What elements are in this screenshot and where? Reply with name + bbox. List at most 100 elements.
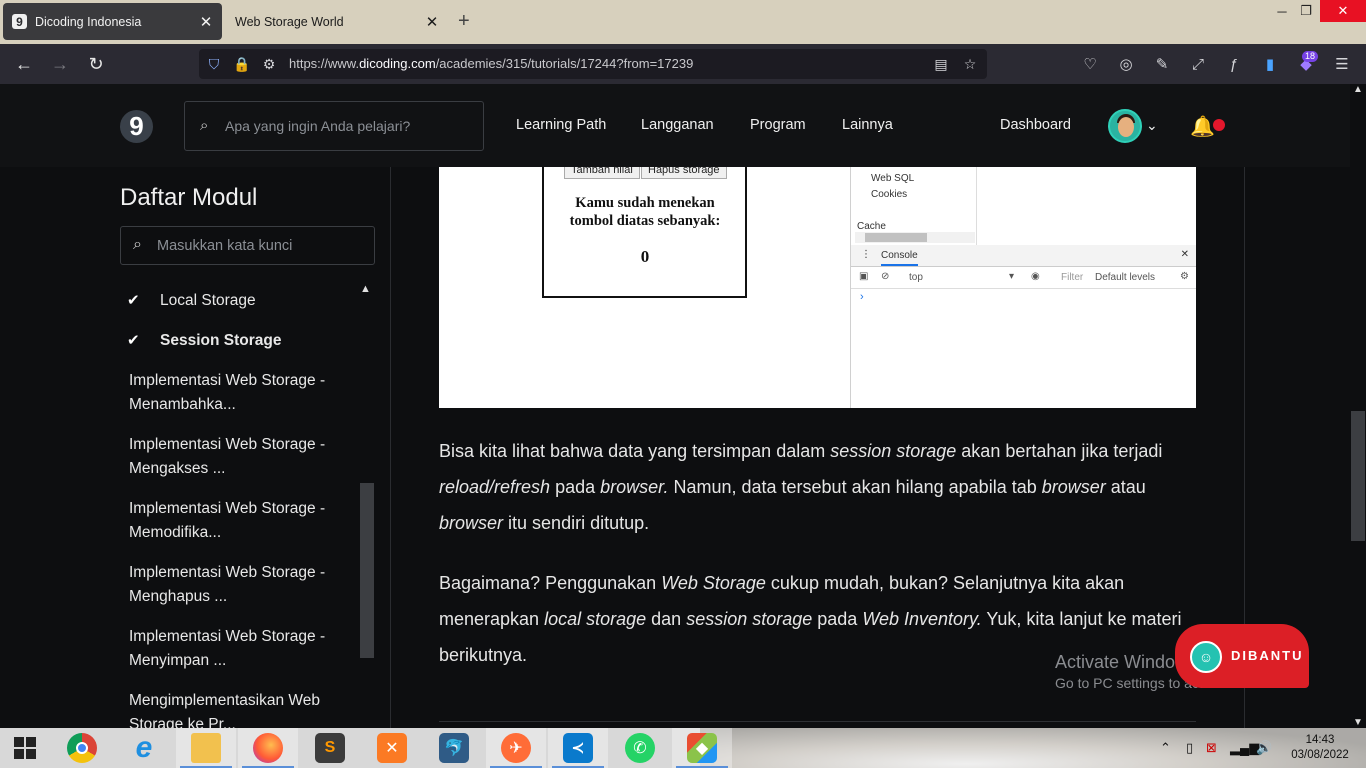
- scrollbar-thumb[interactable]: [360, 483, 374, 658]
- dicoding-favicon-icon: 9: [12, 14, 27, 29]
- chevron-down-icon[interactable]: ⌄: [1146, 117, 1158, 134]
- demo-add-button: Tambah nilai: [564, 167, 640, 179]
- module-item[interactable]: Implementasi Web Storage - Menambahka...: [120, 369, 356, 417]
- close-tab-icon[interactable]: ✕: [196, 13, 216, 31]
- network-error-icon[interactable]: ⊠: [1206, 728, 1217, 768]
- demo-counter-value: 0: [640, 247, 650, 266]
- device-icon[interactable]: ▯: [1186, 728, 1193, 768]
- extension-pen-icon[interactable]: ✎: [1150, 52, 1174, 76]
- help-chat-button[interactable]: ☺ DIBANTU: [1175, 624, 1309, 688]
- page-scrollbar-thumb[interactable]: [1351, 411, 1365, 541]
- taskbar-vscode[interactable]: ≺: [548, 728, 608, 768]
- lock-icon[interactable]: 🔒: [233, 55, 251, 73]
- scroll-up-icon[interactable]: ▲: [1353, 84, 1363, 95]
- text: dan: [646, 609, 687, 629]
- paragraph: Bisa kita lihat bahwa data yang tersimpa…: [439, 433, 1199, 541]
- windows-taskbar: e S ✕ 🐬 ✈ ≺ ✆ ◆ ⌃ ▯ ⊠ ▂▄▆ 🔊: [0, 728, 1366, 768]
- sidebar-divider: [390, 167, 391, 728]
- kebab-icon: ⋮: [861, 249, 871, 260]
- forward-icon[interactable]: →: [48, 52, 72, 76]
- module-item[interactable]: Implementasi Web Storage - Mengakses ...: [120, 433, 356, 481]
- taskbar-mysql-workbench[interactable]: 🐬: [424, 728, 484, 768]
- tab-title: Web Storage World: [235, 14, 344, 29]
- devtools-storage-tree: Web SQL Cookies Cache: [851, 167, 977, 245]
- text: Namun, data tersebut akan hilang apabila…: [668, 477, 1042, 497]
- shield-icon[interactable]: ⛉: [205, 55, 223, 73]
- clock-time: 14:43: [1305, 734, 1335, 746]
- windows-logo-icon: [14, 737, 36, 759]
- scroll-down-icon[interactable]: ▼: [1353, 717, 1363, 728]
- taskbar-clock[interactable]: 14:43 03/08/2022: [1290, 733, 1350, 763]
- taskbar-whatsapp[interactable]: ✆: [610, 728, 670, 768]
- extension-glasses-icon[interactable]: ◎: [1114, 52, 1138, 76]
- tab-dicoding[interactable]: 9 Dicoding Indonesia ✕: [3, 3, 222, 40]
- signal-icon[interactable]: ▂▄▆: [1230, 728, 1259, 768]
- italic-term: browser: [1041, 477, 1106, 497]
- bell-icon[interactable]: 🔔: [1190, 114, 1215, 139]
- avatar-face: [1118, 117, 1134, 137]
- page-scrollbar[interactable]: ▲ ▼: [1350, 84, 1366, 728]
- bookmark-star-icon[interactable]: ☆: [961, 55, 979, 73]
- scroll-up-icon[interactable]: ▲: [360, 283, 371, 295]
- volume-icon[interactable]: 🔊: [1256, 728, 1272, 768]
- url-bar[interactable]: ⛉ 🔒 ⚙ https://www.dicoding.com/academies…: [199, 49, 987, 79]
- dicoding-logo[interactable]: 9: [120, 110, 153, 143]
- back-icon[interactable]: ←: [12, 52, 36, 76]
- extension-resize-icon[interactable]: ⤢: [1186, 52, 1210, 76]
- module-search-input[interactable]: ⌕ Masukkan kata kunci: [120, 226, 375, 265]
- taskbar-chrome[interactable]: [52, 728, 112, 768]
- menu-learning-path[interactable]: Learning Path: [516, 117, 606, 133]
- module-list: ✔ Local Storage ✔ Session Storage Implem…: [120, 283, 356, 728]
- taskbar-sublime-text[interactable]: S: [300, 728, 360, 768]
- url-text[interactable]: https://www.dicoding.com/academies/315/t…: [289, 56, 693, 71]
- taskbar-postman[interactable]: ✈: [486, 728, 546, 768]
- check-icon: ✔: [127, 332, 140, 349]
- module-item[interactable]: ✔ Local Storage: [120, 289, 356, 313]
- taskbar-firefox[interactable]: [238, 728, 298, 768]
- italic-term: session storage: [830, 441, 957, 461]
- italic-term: browser: [439, 513, 504, 533]
- module-item[interactable]: Mengimplementasikan Web Storage ke Pr...: [120, 689, 356, 728]
- devtools-panel: Web SQL Cookies Cache ⋮ Console ✕ ▣ ⊘ to…: [850, 167, 1196, 408]
- extension-blue-icon[interactable]: ▮: [1258, 52, 1282, 76]
- site-search-input[interactable]: ⌕ Apa yang ingin Anda pelajari?: [184, 101, 484, 151]
- module-item[interactable]: Implementasi Web Storage - Menghapus ...: [120, 561, 356, 609]
- menu-lainnya[interactable]: Lainnya: [842, 117, 893, 133]
- extension-fx-icon[interactable]: ƒ: [1222, 52, 1246, 76]
- taskbar-xampp[interactable]: ✕: [362, 728, 422, 768]
- extension-badge: 18: [1302, 51, 1319, 62]
- new-tab-icon[interactable]: +: [458, 10, 470, 33]
- taskbar-git-gui[interactable]: ◆: [672, 728, 732, 768]
- reload-icon[interactable]: ↻: [84, 52, 108, 76]
- start-button[interactable]: [0, 728, 50, 768]
- notification-dot: [1213, 119, 1225, 131]
- menu-dashboard[interactable]: Dashboard: [1000, 117, 1071, 133]
- app-menu-icon[interactable]: ☰: [1330, 52, 1354, 76]
- reader-view-icon[interactable]: ▤: [932, 55, 950, 73]
- avatar[interactable]: [1108, 109, 1142, 143]
- pocket-icon[interactable]: ♡: [1078, 52, 1102, 76]
- close-tab-icon[interactable]: ✕: [422, 13, 442, 31]
- permissions-icon[interactable]: ⚙: [260, 55, 278, 73]
- url-prefix: https://www.: [289, 56, 360, 71]
- taskbar-file-explorer[interactable]: [176, 728, 236, 768]
- restore-icon[interactable]: ❐: [1291, 0, 1321, 22]
- tray-overflow-icon[interactable]: ⌃: [1160, 728, 1171, 768]
- sidebar-title: Daftar Modul: [120, 184, 258, 211]
- gear-icon: ⚙: [1180, 271, 1189, 282]
- dropdown-arrow-icon: ▾: [1009, 271, 1015, 282]
- window-close-icon[interactable]: ✕: [1320, 0, 1366, 22]
- console-prompt-icon: ›: [860, 291, 864, 303]
- tab-web-storage-world[interactable]: Web Storage World ✕: [224, 3, 448, 40]
- module-search-placeholder: Masukkan kata kunci: [157, 238, 293, 254]
- devtools-console-toolbar: ▣ ⊘ top ▾ ◉ Filter Default levels ⚙: [851, 267, 1196, 289]
- taskbar-internet-explorer[interactable]: e: [114, 728, 174, 768]
- text: akan bertahan jika terjadi: [956, 441, 1163, 461]
- sidebar-scrollbar[interactable]: ▲: [358, 283, 375, 728]
- module-item-current[interactable]: ✔ Session Storage: [120, 329, 356, 353]
- text: itu sendiri ditutup.: [503, 513, 650, 533]
- menu-langganan[interactable]: Langganan: [641, 117, 714, 133]
- menu-program[interactable]: Program: [750, 117, 806, 133]
- module-item[interactable]: Implementasi Web Storage - Menyimpan ...: [120, 625, 356, 673]
- module-item[interactable]: Implementasi Web Storage - Memodifika...: [120, 497, 356, 545]
